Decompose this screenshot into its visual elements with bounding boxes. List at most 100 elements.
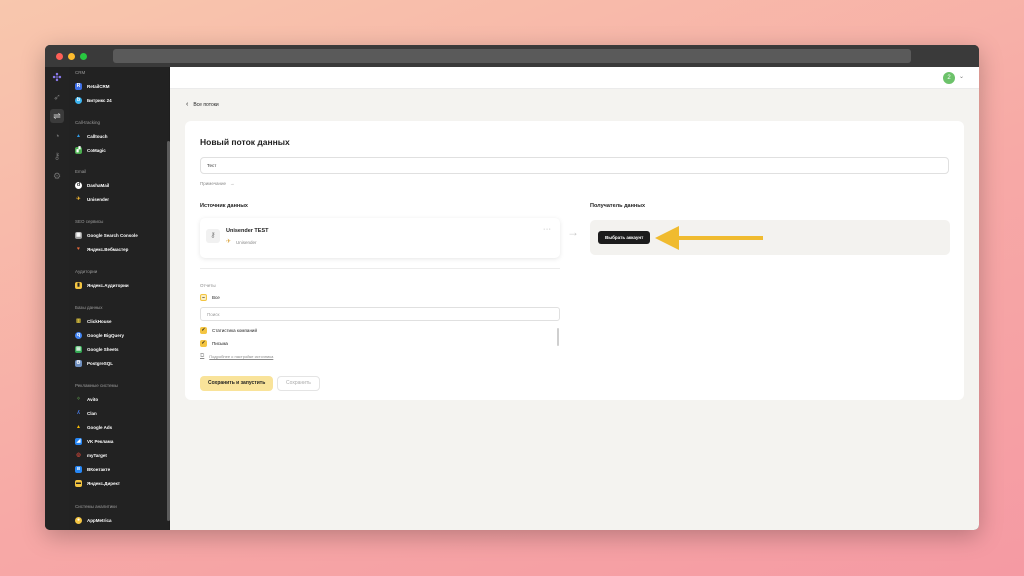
sidebar-item-comagic[interactable]: ▞ CoMagic	[75, 146, 106, 155]
sidebar-item-clan[interactable]: ʎ Clan	[75, 409, 97, 418]
icon-rail: ✣ ➶ ⇌ ◔ ⚷ ⚙	[45, 67, 69, 530]
report-label: Письма	[212, 341, 228, 346]
checkbox-checked-icon: ✓	[200, 327, 207, 334]
back-link-label: Все потоки	[193, 101, 219, 108]
save-button[interactable]: Сохранить	[277, 376, 320, 391]
flows-icon[interactable]: ⇌	[50, 109, 64, 123]
sidebar-item-appmetrica[interactable]: ● AppMetrica	[75, 516, 112, 525]
chevron-down-icon[interactable]: ⌄	[959, 73, 964, 80]
reports-list-scrollbar[interactable]	[557, 328, 559, 346]
key-icon[interactable]: ⚷	[50, 149, 64, 163]
sidebar-item-google-bigquery[interactable]: q Google BigQuery	[75, 331, 124, 340]
sidebar-item-dashamail[interactable]: d DashaMail	[75, 181, 109, 190]
category-databases: Базы данных	[75, 305, 103, 310]
sidebar-item-google-search-console[interactable]: ▦ Google Search Console	[75, 231, 138, 240]
sidebar-item-vk-ads[interactable]: ◢ VK Реклама	[75, 437, 113, 446]
reports-label: Отчеты	[200, 283, 216, 288]
select-all-label: Все	[212, 295, 220, 300]
google-search-console-icon: ▦	[75, 232, 82, 239]
address-bar[interactable]	[113, 49, 911, 63]
flow-name-input[interactable]: Тест	[200, 157, 949, 174]
browser-titlebar	[45, 45, 979, 67]
report-checkbox-letters[interactable]: ✓ Письма	[200, 340, 228, 347]
more-options-icon[interactable]: ···	[543, 226, 552, 233]
sidebar-item-yandex-audience[interactable]: ▮ Яндекс.Аудитории	[75, 281, 129, 290]
bitrix24-icon: b	[75, 97, 82, 104]
clickhouse-icon: ▥	[76, 318, 81, 324]
sidebar-item-calltouch[interactable]: ▲ Calltouch	[75, 132, 108, 141]
source-section-title: Источник данных	[200, 203, 248, 209]
sidebar-item-google-ads[interactable]: ▲ Google Ads	[75, 423, 112, 432]
sidebar-item-google-sheets[interactable]: ▤ Google Sheets	[75, 345, 119, 354]
pie-chart-icon[interactable]: ◔	[50, 129, 64, 143]
sidebar-item-mytarget[interactable]: ◎ myTarget	[75, 451, 107, 460]
maximize-window-button[interactable]	[80, 52, 87, 60]
rocket-icon[interactable]: ➶	[50, 90, 64, 104]
browser-window: ✣ ➶ ⇌ ◔ ⚷ ⚙ CRM R RetailCRM b Битрикс 24…	[45, 45, 979, 530]
category-seo: SEO сервисы	[75, 219, 104, 224]
arrow-right-icon: →	[567, 225, 579, 239]
calltouch-icon: ▲	[76, 133, 81, 139]
save-and-run-button[interactable]: Сохранить и запустить	[200, 376, 274, 391]
report-checkbox-campaign-stats[interactable]: ✓ Статистика компаний	[200, 327, 257, 334]
yandex-audience-icon: ▮	[75, 282, 82, 289]
select-all-checkbox[interactable]: – Все	[200, 294, 220, 301]
source-service: ✈ Unisender	[226, 239, 257, 246]
add-note-link[interactable]: Примечание →	[200, 181, 235, 186]
category-audiences: Аудитории	[75, 269, 98, 274]
gear-icon[interactable]: ⚙	[50, 169, 64, 183]
select-account-button[interactable]: Выбрать аккаунт	[598, 231, 651, 244]
source-name: Unisender TEST	[226, 228, 269, 234]
sidebar-item-clickhouse[interactable]: ▥ ClickHouse	[75, 317, 111, 326]
clan-icon: ʎ	[77, 410, 80, 416]
section-divider	[200, 268, 560, 269]
category-ad-systems: Рекламные системы	[75, 383, 118, 388]
postgresql-icon: ϴ	[75, 360, 82, 367]
retailcrm-icon: R	[75, 83, 82, 90]
sidebar-item-bitrix24[interactable]: b Битрикс 24	[75, 96, 112, 105]
mytarget-icon: ◎	[76, 452, 81, 458]
back-to-flows-link[interactable]: ‹ Все потоки	[186, 101, 219, 108]
source-card[interactable]: ⚷ Unisender TEST ✈ Unisender ···	[200, 218, 560, 258]
sidebar-item-avito[interactable]: ⁘ Avito	[75, 395, 98, 404]
yandex-webmaster-icon: ♥	[77, 246, 80, 252]
close-window-button[interactable]	[56, 52, 63, 60]
source-help-link[interactable]: ⧉ Подробнее о настройке источника	[200, 353, 273, 360]
sidebar-item-yandex-direct[interactable]: ▬ Яндекс.Директ	[75, 479, 120, 488]
sidebar-item-vkontakte[interactable]: в ВКонтакте	[75, 465, 110, 474]
app-logo-icon[interactable]: ✣	[50, 71, 64, 85]
sources-sidebar: CRM R RetailCRM b Битрикс 24 Call-tracki…	[69, 67, 169, 530]
annotation-arrow-icon	[655, 226, 763, 250]
unisender-icon: ✈	[226, 239, 232, 245]
report-label: Статистика компаний	[212, 328, 257, 333]
sidebar-item-postgresql[interactable]: ϴ PostgreSQL	[75, 359, 113, 368]
google-sheets-icon: ▤	[75, 346, 82, 353]
category-crm: CRM	[75, 70, 86, 75]
sidebar-item-retailcrm[interactable]: R RetailCRM	[75, 82, 110, 91]
google-bigquery-icon: q	[75, 332, 82, 339]
reports-search-input[interactable]	[200, 307, 560, 321]
external-link-icon: ⧉	[200, 353, 205, 359]
destination-card: Выбрать аккаунт	[590, 220, 950, 255]
unisender-icon: ✈	[76, 196, 81, 202]
minimize-window-button[interactable]	[68, 52, 75, 60]
arrow-right-icon: →	[230, 181, 235, 186]
top-bar: 2 ⌄	[170, 67, 979, 89]
source-service-label: Unisender	[236, 240, 257, 245]
checkbox-partial-icon: –	[200, 294, 207, 301]
google-ads-icon: ▲	[76, 424, 81, 430]
sidebar-item-unisender[interactable]: ✈ Unisender	[75, 195, 109, 204]
sidebar-item-yandex-webmaster[interactable]: ♥ Яндекс.Вебмастер	[75, 245, 128, 254]
user-avatar[interactable]: 2	[943, 72, 955, 84]
avito-icon: ⁘	[76, 396, 81, 402]
chevron-left-icon: ‹	[186, 101, 189, 108]
dashamail-icon: d	[75, 182, 82, 189]
yandex-direct-icon: ▬	[75, 480, 82, 487]
category-call-tracking: Call-tracking	[75, 120, 101, 125]
destination-section-title: Получатель данных	[590, 203, 646, 209]
page-title: Новый поток данных	[200, 137, 290, 147]
main-content: 2 ⌄ ‹ Все потоки Новый поток данных Тест…	[170, 67, 979, 530]
comagic-icon: ▞	[75, 147, 82, 154]
category-email: Email	[75, 169, 87, 174]
appmetrica-icon: ●	[75, 517, 82, 524]
